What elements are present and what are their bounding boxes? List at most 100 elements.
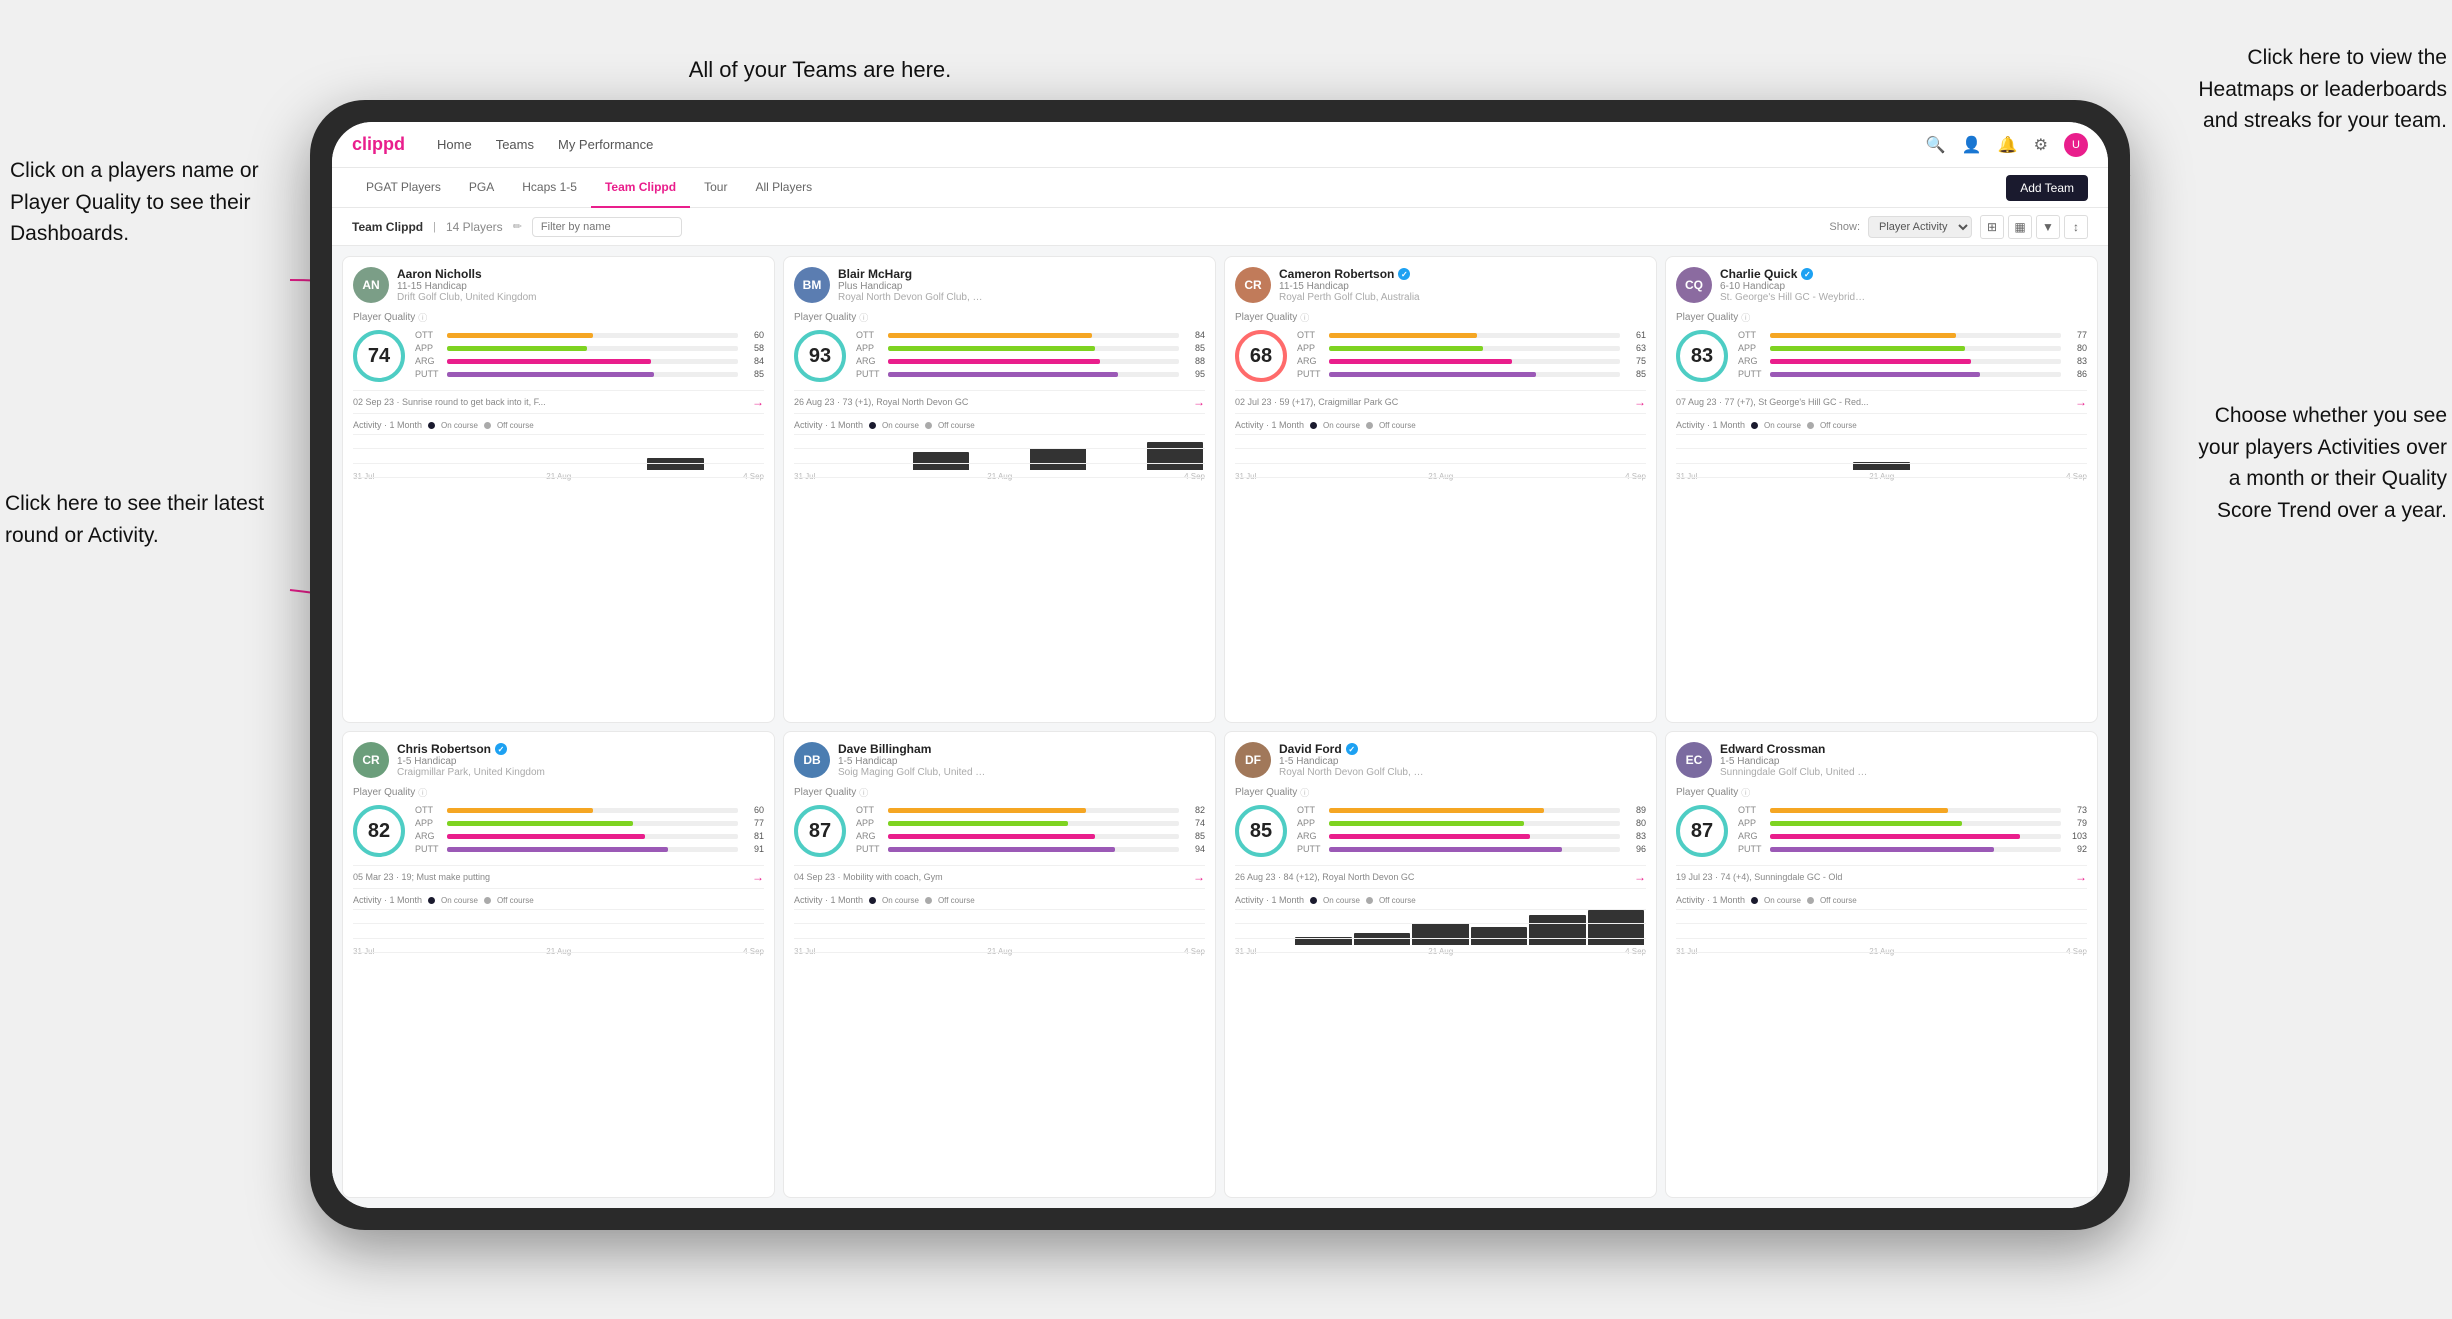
stat-row-ott: OTT 89 — [1297, 805, 1646, 815]
latest-round[interactable]: 05 Mar 23 · 19; Must make putting → — [353, 865, 764, 889]
latest-round[interactable]: 02 Sep 23 · Sunrise round to get back in… — [353, 390, 764, 414]
sub-nav-hcaps[interactable]: Hcaps 1-5 — [508, 168, 591, 208]
stat-bar-wrap-putt — [888, 847, 1179, 852]
user-icon[interactable]: 👤 — [1962, 135, 1982, 155]
verified-icon: ✓ — [1801, 268, 1813, 280]
sub-nav-team-clippd[interactable]: Team Clippd — [591, 168, 690, 208]
nav-home[interactable]: Home — [437, 137, 472, 152]
player-name[interactable]: Chris Robertson ✓ — [397, 742, 764, 756]
chart-area: 31 Jul 21 Aug 4 Sep — [1676, 909, 2087, 959]
filter-input[interactable] — [532, 217, 682, 237]
quality-section[interactable]: 74 OTT 60 APP 58 ARG — [353, 330, 764, 382]
quality-section[interactable]: 82 OTT 60 APP 77 ARG — [353, 805, 764, 857]
quality-circle[interactable]: 68 — [1235, 330, 1287, 382]
quality-circle[interactable]: 82 — [353, 805, 405, 857]
quality-section[interactable]: 93 OTT 84 APP 85 ARG — [794, 330, 1205, 382]
stat-label-putt: PUTT — [415, 844, 443, 854]
activity-label: Activity · 1 Month On course Off course — [1235, 420, 1646, 430]
sort-icon[interactable]: ↕ — [2064, 215, 2088, 239]
grid-view-icon[interactable]: ⊞ — [1980, 215, 2004, 239]
stat-val-putt: 95 — [1183, 369, 1205, 379]
latest-round-arrow[interactable]: → — [1634, 870, 1646, 884]
player-card[interactable]: CR Cameron Robertson ✓ 11-15 Handicap Ro… — [1224, 256, 1657, 723]
player-avatar: EC — [1676, 742, 1712, 778]
stat-label-app: APP — [1297, 343, 1325, 353]
show-select[interactable]: Player Activity — [1868, 216, 1972, 238]
nav-performance[interactable]: My Performance — [558, 137, 653, 152]
latest-round[interactable]: 07 Aug 23 · 77 (+7), St George's Hill GC… — [1676, 390, 2087, 414]
player-card[interactable]: BM Blair McHarg Plus Handicap Royal Nort… — [783, 256, 1216, 723]
stats-list: OTT 60 APP 58 ARG — [415, 330, 764, 382]
player-card[interactable]: CR Chris Robertson ✓ 1-5 Handicap Craigm… — [342, 731, 775, 1198]
edit-icon[interactable]: ✏ — [513, 220, 522, 233]
stat-row-ott: OTT 73 — [1738, 805, 2087, 815]
quality-circle[interactable]: 85 — [1235, 805, 1287, 857]
player-card[interactable]: EC Edward Crossman 1-5 Handicap Sunningd… — [1665, 731, 2098, 1198]
quality-circle[interactable]: 87 — [1676, 805, 1728, 857]
legend-on-label: On course — [1323, 421, 1360, 430]
stat-val-app: 63 — [1624, 343, 1646, 353]
quality-section[interactable]: 87 OTT 82 APP 74 ARG — [794, 805, 1205, 857]
quality-section[interactable]: 83 OTT 77 APP 80 ARG — [1676, 330, 2087, 382]
verified-icon: ✓ — [495, 743, 507, 755]
player-name[interactable]: Dave Billingham — [838, 742, 1205, 756]
quality-circle[interactable]: 83 — [1676, 330, 1728, 382]
stat-label-ott: OTT — [856, 330, 884, 340]
latest-round[interactable]: 02 Jul 23 · 59 (+17), Craigmillar Park G… — [1235, 390, 1646, 414]
sub-nav-pgat[interactable]: PGAT Players — [352, 168, 455, 208]
chart-label-start: 31 Jul — [1235, 947, 1256, 956]
stat-bar-ott — [1329, 333, 1477, 338]
player-card[interactable]: DF David Ford ✓ 1-5 Handicap Royal North… — [1224, 731, 1657, 1198]
stat-bar-wrap-putt — [1770, 372, 2061, 377]
avatar-icon[interactable]: U — [2064, 133, 2088, 157]
chart-x-labels: 31 Jul 21 Aug 4 Sep — [1676, 472, 2087, 481]
quality-circle[interactable]: 74 — [353, 330, 405, 382]
quality-section[interactable]: 85 OTT 89 APP 80 ARG — [1235, 805, 1646, 857]
latest-round[interactable]: 19 Jul 23 · 74 (+4), Sunningdale GC - Ol… — [1676, 865, 2087, 889]
player-name[interactable]: Blair McHarg — [838, 267, 1205, 281]
latest-round-arrow[interactable]: → — [2075, 870, 2087, 884]
latest-round-arrow[interactable]: → — [1193, 395, 1205, 409]
chart-label-mid: 21 Aug — [1869, 947, 1894, 956]
stat-bar-ott — [888, 808, 1086, 813]
player-name[interactable]: Cameron Robertson ✓ — [1279, 267, 1646, 281]
quality-circle[interactable]: 87 — [794, 805, 846, 857]
quality-section[interactable]: 68 OTT 61 APP 63 ARG — [1235, 330, 1646, 382]
sub-nav-all-players[interactable]: All Players — [741, 168, 826, 208]
add-team-button[interactable]: Add Team — [2006, 175, 2088, 201]
latest-round-arrow[interactable]: → — [2075, 395, 2087, 409]
latest-round-arrow[interactable]: → — [1634, 395, 1646, 409]
quality-section[interactable]: 87 OTT 73 APP 79 ARG — [1676, 805, 2087, 857]
settings-icon[interactable]: ⚙ — [2034, 135, 2048, 155]
latest-round[interactable]: 04 Sep 23 · Mobility with coach, Gym → — [794, 865, 1205, 889]
list-view-icon[interactable]: ▦ — [2008, 215, 2032, 239]
search-icon[interactable]: 🔍 — [1926, 135, 1946, 155]
player-card[interactable]: AN Aaron Nicholls 11-15 Handicap Drift G… — [342, 256, 775, 723]
latest-round[interactable]: 26 Aug 23 · 84 (+12), Royal North Devon … — [1235, 865, 1646, 889]
player-card[interactable]: DB Dave Billingham 1-5 Handicap Soig Mag… — [783, 731, 1216, 1198]
filter-icon[interactable]: ▼ — [2036, 215, 2060, 239]
stats-list: OTT 89 APP 80 ARG — [1297, 805, 1646, 857]
nav-teams[interactable]: Teams — [496, 137, 534, 152]
player-name[interactable]: Aaron Nicholls — [397, 267, 764, 281]
quality-circle[interactable]: 93 — [794, 330, 846, 382]
legend-on-dot — [1310, 897, 1317, 904]
latest-round[interactable]: 26 Aug 23 · 73 (+1), Royal North Devon G… — [794, 390, 1205, 414]
latest-round-arrow[interactable]: → — [1193, 870, 1205, 884]
chart-bars — [794, 909, 1205, 945]
player-name[interactable]: Charlie Quick ✓ — [1720, 267, 2087, 281]
sub-nav-pga[interactable]: PGA — [455, 168, 508, 208]
stat-label-ott: OTT — [415, 805, 443, 815]
stat-bar-wrap-arg — [1329, 359, 1620, 364]
player-card[interactable]: CQ Charlie Quick ✓ 6-10 Handicap St. Geo… — [1665, 256, 2098, 723]
quality-label: Player Quality ⓘ — [794, 311, 1205, 324]
stat-row-app: APP 63 — [1297, 343, 1646, 353]
player-card-header: DB Dave Billingham 1-5 Handicap Soig Mag… — [794, 742, 1205, 778]
sub-nav-tour[interactable]: Tour — [690, 168, 741, 208]
player-name[interactable]: Edward Crossman — [1720, 742, 2087, 756]
stat-row-arg: ARG 85 — [856, 831, 1205, 841]
latest-round-arrow[interactable]: → — [752, 870, 764, 884]
latest-round-arrow[interactable]: → — [752, 395, 764, 409]
bell-icon[interactable]: 🔔 — [1998, 135, 2018, 155]
player-name[interactable]: David Ford ✓ — [1279, 742, 1646, 756]
